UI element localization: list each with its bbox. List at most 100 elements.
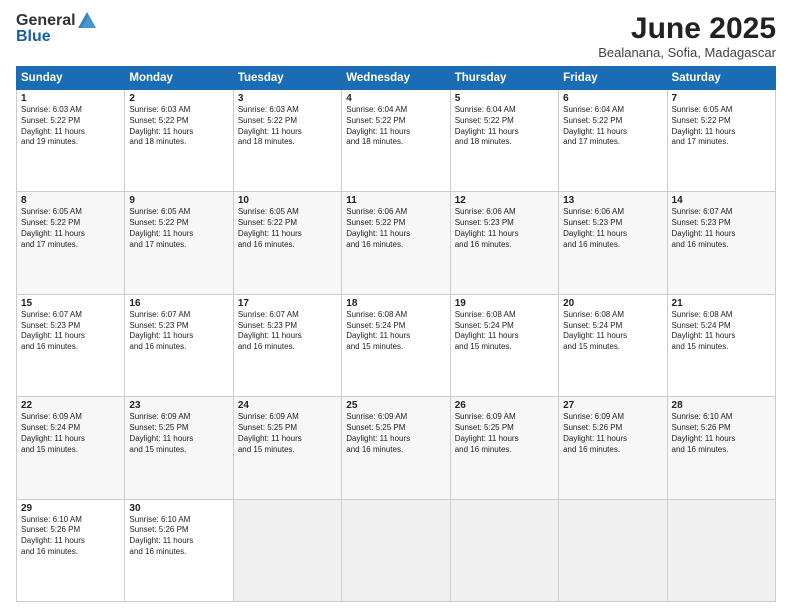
calendar-cell: 27Sunrise: 6:09 AM Sunset: 5:26 PM Dayli… bbox=[559, 397, 667, 499]
calendar-cell: 5Sunrise: 6:04 AM Sunset: 5:22 PM Daylig… bbox=[450, 90, 558, 192]
calendar-cell: 1Sunrise: 6:03 AM Sunset: 5:22 PM Daylig… bbox=[17, 90, 125, 192]
day-info: Sunrise: 6:07 AM Sunset: 5:23 PM Dayligh… bbox=[238, 310, 337, 353]
calendar-cell bbox=[342, 499, 450, 601]
day-number: 12 bbox=[455, 195, 554, 206]
day-number: 30 bbox=[129, 503, 228, 514]
title-block: June 2025 Bealanana, Sofia, Madagascar bbox=[598, 12, 776, 60]
calendar-cell: 29Sunrise: 6:10 AM Sunset: 5:26 PM Dayli… bbox=[17, 499, 125, 601]
calendar-cell: 22Sunrise: 6:09 AM Sunset: 5:24 PM Dayli… bbox=[17, 397, 125, 499]
day-info: Sunrise: 6:07 AM Sunset: 5:23 PM Dayligh… bbox=[129, 310, 228, 353]
day-number: 14 bbox=[672, 195, 771, 206]
day-info: Sunrise: 6:05 AM Sunset: 5:22 PM Dayligh… bbox=[129, 207, 228, 250]
calendar-header-row: SundayMondayTuesdayWednesdayThursdayFrid… bbox=[17, 67, 776, 90]
day-info: Sunrise: 6:06 AM Sunset: 5:23 PM Dayligh… bbox=[563, 207, 662, 250]
calendar-title: June 2025 bbox=[598, 12, 776, 45]
calendar-header-saturday: Saturday bbox=[667, 67, 775, 90]
calendar-cell: 24Sunrise: 6:09 AM Sunset: 5:25 PM Dayli… bbox=[233, 397, 341, 499]
logo-blue: Blue bbox=[16, 28, 96, 46]
page: General Blue June 2025 Bealanana, Sofia,… bbox=[0, 0, 792, 612]
calendar-cell: 16Sunrise: 6:07 AM Sunset: 5:23 PM Dayli… bbox=[125, 294, 233, 396]
day-info: Sunrise: 6:09 AM Sunset: 5:25 PM Dayligh… bbox=[346, 412, 445, 455]
day-number: 16 bbox=[129, 298, 228, 309]
calendar-cell: 8Sunrise: 6:05 AM Sunset: 5:22 PM Daylig… bbox=[17, 192, 125, 294]
day-number: 11 bbox=[346, 195, 445, 206]
calendar-subtitle: Bealanana, Sofia, Madagascar bbox=[598, 45, 776, 60]
day-info: Sunrise: 6:04 AM Sunset: 5:22 PM Dayligh… bbox=[563, 105, 662, 148]
calendar-cell bbox=[450, 499, 558, 601]
calendar-cell: 9Sunrise: 6:05 AM Sunset: 5:22 PM Daylig… bbox=[125, 192, 233, 294]
day-number: 24 bbox=[238, 400, 337, 411]
calendar-week-4: 22Sunrise: 6:09 AM Sunset: 5:24 PM Dayli… bbox=[17, 397, 776, 499]
day-number: 8 bbox=[21, 195, 120, 206]
calendar-week-2: 8Sunrise: 6:05 AM Sunset: 5:22 PM Daylig… bbox=[17, 192, 776, 294]
day-number: 2 bbox=[129, 93, 228, 104]
calendar-cell bbox=[559, 499, 667, 601]
day-info: Sunrise: 6:09 AM Sunset: 5:25 PM Dayligh… bbox=[238, 412, 337, 455]
day-info: Sunrise: 6:04 AM Sunset: 5:22 PM Dayligh… bbox=[346, 105, 445, 148]
day-number: 4 bbox=[346, 93, 445, 104]
calendar-cell: 7Sunrise: 6:05 AM Sunset: 5:22 PM Daylig… bbox=[667, 90, 775, 192]
day-number: 9 bbox=[129, 195, 228, 206]
day-number: 20 bbox=[563, 298, 662, 309]
day-number: 25 bbox=[346, 400, 445, 411]
day-number: 29 bbox=[21, 503, 120, 514]
day-info: Sunrise: 6:09 AM Sunset: 5:26 PM Dayligh… bbox=[563, 412, 662, 455]
day-info: Sunrise: 6:08 AM Sunset: 5:24 PM Dayligh… bbox=[455, 310, 554, 353]
day-info: Sunrise: 6:09 AM Sunset: 5:25 PM Dayligh… bbox=[129, 412, 228, 455]
calendar-cell: 2Sunrise: 6:03 AM Sunset: 5:22 PM Daylig… bbox=[125, 90, 233, 192]
calendar-cell bbox=[233, 499, 341, 601]
calendar-header-wednesday: Wednesday bbox=[342, 67, 450, 90]
day-number: 21 bbox=[672, 298, 771, 309]
day-info: Sunrise: 6:05 AM Sunset: 5:22 PM Dayligh… bbox=[238, 207, 337, 250]
day-info: Sunrise: 6:07 AM Sunset: 5:23 PM Dayligh… bbox=[672, 207, 771, 250]
calendar-cell: 21Sunrise: 6:08 AM Sunset: 5:24 PM Dayli… bbox=[667, 294, 775, 396]
calendar-cell: 12Sunrise: 6:06 AM Sunset: 5:23 PM Dayli… bbox=[450, 192, 558, 294]
logo: General Blue bbox=[16, 12, 96, 45]
calendar-cell: 13Sunrise: 6:06 AM Sunset: 5:23 PM Dayli… bbox=[559, 192, 667, 294]
day-info: Sunrise: 6:08 AM Sunset: 5:24 PM Dayligh… bbox=[346, 310, 445, 353]
day-number: 27 bbox=[563, 400, 662, 411]
day-info: Sunrise: 6:08 AM Sunset: 5:24 PM Dayligh… bbox=[672, 310, 771, 353]
calendar-cell: 23Sunrise: 6:09 AM Sunset: 5:25 PM Dayli… bbox=[125, 397, 233, 499]
day-number: 1 bbox=[21, 93, 120, 104]
day-info: Sunrise: 6:03 AM Sunset: 5:22 PM Dayligh… bbox=[238, 105, 337, 148]
calendar-cell: 30Sunrise: 6:10 AM Sunset: 5:26 PM Dayli… bbox=[125, 499, 233, 601]
day-info: Sunrise: 6:06 AM Sunset: 5:23 PM Dayligh… bbox=[455, 207, 554, 250]
day-info: Sunrise: 6:10 AM Sunset: 5:26 PM Dayligh… bbox=[21, 515, 120, 558]
day-number: 23 bbox=[129, 400, 228, 411]
calendar-header-sunday: Sunday bbox=[17, 67, 125, 90]
day-info: Sunrise: 6:04 AM Sunset: 5:22 PM Dayligh… bbox=[455, 105, 554, 148]
calendar-cell: 11Sunrise: 6:06 AM Sunset: 5:22 PM Dayli… bbox=[342, 192, 450, 294]
day-info: Sunrise: 6:05 AM Sunset: 5:22 PM Dayligh… bbox=[21, 207, 120, 250]
calendar-cell: 18Sunrise: 6:08 AM Sunset: 5:24 PM Dayli… bbox=[342, 294, 450, 396]
calendar-header-thursday: Thursday bbox=[450, 67, 558, 90]
day-info: Sunrise: 6:10 AM Sunset: 5:26 PM Dayligh… bbox=[672, 412, 771, 455]
calendar-cell: 26Sunrise: 6:09 AM Sunset: 5:25 PM Dayli… bbox=[450, 397, 558, 499]
calendar-header-monday: Monday bbox=[125, 67, 233, 90]
logo-icon bbox=[78, 12, 96, 28]
calendar-header-friday: Friday bbox=[559, 67, 667, 90]
day-info: Sunrise: 6:08 AM Sunset: 5:24 PM Dayligh… bbox=[563, 310, 662, 353]
day-info: Sunrise: 6:10 AM Sunset: 5:26 PM Dayligh… bbox=[129, 515, 228, 558]
day-number: 13 bbox=[563, 195, 662, 206]
day-number: 7 bbox=[672, 93, 771, 104]
calendar-week-1: 1Sunrise: 6:03 AM Sunset: 5:22 PM Daylig… bbox=[17, 90, 776, 192]
day-info: Sunrise: 6:09 AM Sunset: 5:24 PM Dayligh… bbox=[21, 412, 120, 455]
calendar-cell: 20Sunrise: 6:08 AM Sunset: 5:24 PM Dayli… bbox=[559, 294, 667, 396]
day-number: 26 bbox=[455, 400, 554, 411]
day-number: 3 bbox=[238, 93, 337, 104]
calendar-cell: 10Sunrise: 6:05 AM Sunset: 5:22 PM Dayli… bbox=[233, 192, 341, 294]
day-info: Sunrise: 6:05 AM Sunset: 5:22 PM Dayligh… bbox=[672, 105, 771, 148]
calendar-cell bbox=[667, 499, 775, 601]
calendar-cell: 15Sunrise: 6:07 AM Sunset: 5:23 PM Dayli… bbox=[17, 294, 125, 396]
day-info: Sunrise: 6:03 AM Sunset: 5:22 PM Dayligh… bbox=[21, 105, 120, 148]
calendar-cell: 25Sunrise: 6:09 AM Sunset: 5:25 PM Dayli… bbox=[342, 397, 450, 499]
calendar-cell: 28Sunrise: 6:10 AM Sunset: 5:26 PM Dayli… bbox=[667, 397, 775, 499]
calendar-week-5: 29Sunrise: 6:10 AM Sunset: 5:26 PM Dayli… bbox=[17, 499, 776, 601]
calendar-cell: 3Sunrise: 6:03 AM Sunset: 5:22 PM Daylig… bbox=[233, 90, 341, 192]
calendar-table: SundayMondayTuesdayWednesdayThursdayFrid… bbox=[16, 66, 776, 602]
header: General Blue June 2025 Bealanana, Sofia,… bbox=[16, 12, 776, 60]
day-info: Sunrise: 6:06 AM Sunset: 5:22 PM Dayligh… bbox=[346, 207, 445, 250]
calendar-cell: 4Sunrise: 6:04 AM Sunset: 5:22 PM Daylig… bbox=[342, 90, 450, 192]
day-number: 19 bbox=[455, 298, 554, 309]
